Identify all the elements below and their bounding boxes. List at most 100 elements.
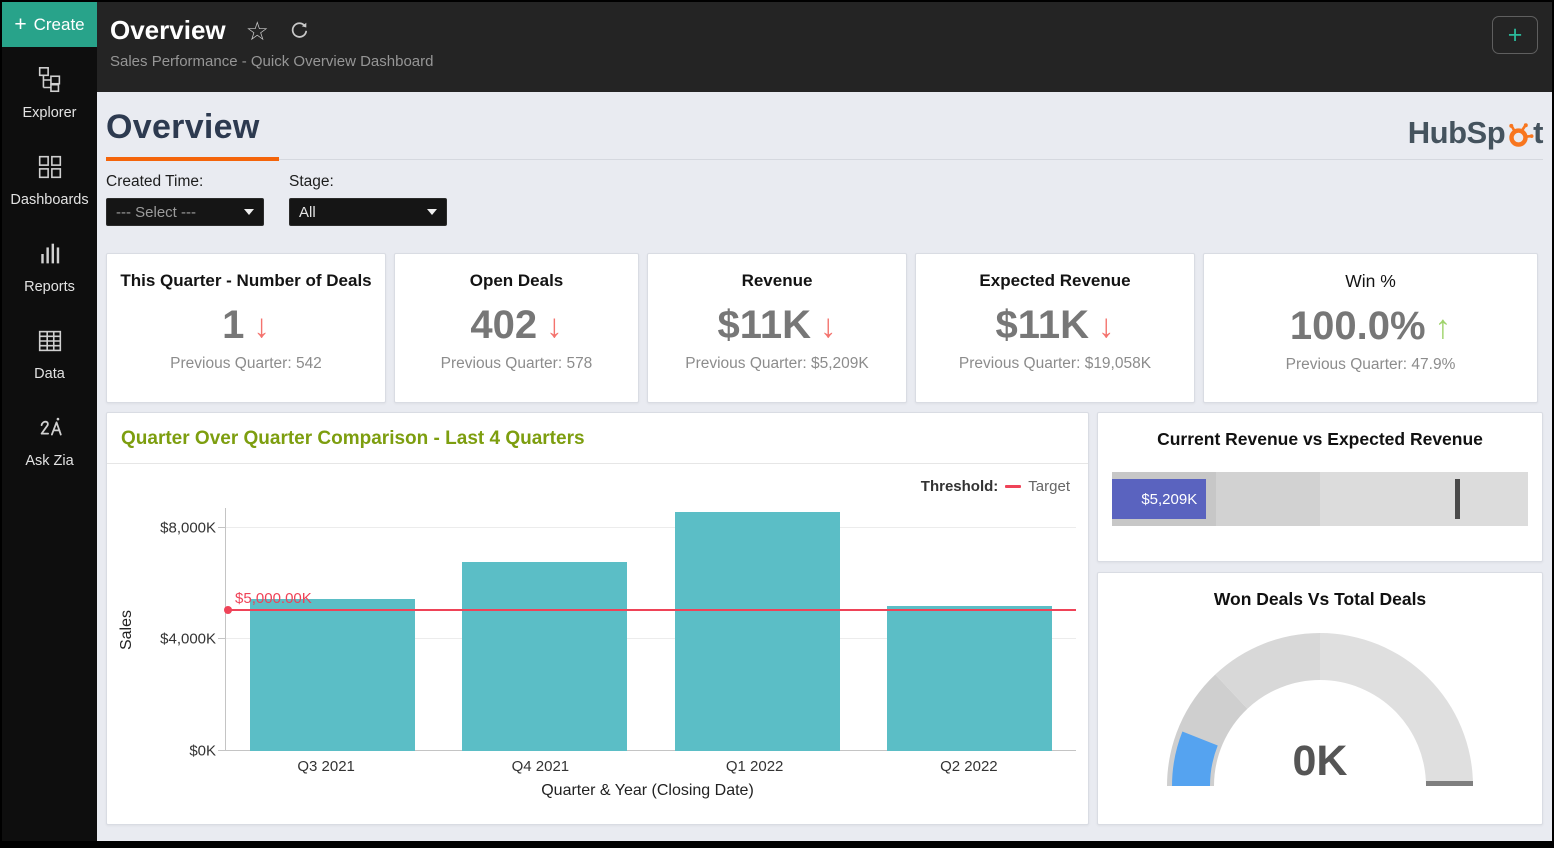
legend-threshold-label: Threshold: [921, 478, 999, 495]
explorer-icon [35, 65, 65, 100]
bar-column [439, 508, 652, 751]
kpi-trend-down-arrow-icon: ↓ [820, 309, 837, 342]
add-widget-button[interactable]: + [1492, 16, 1538, 54]
bar-q1-2022[interactable] [675, 512, 840, 751]
sidebar-item-data[interactable]: Data [2, 326, 97, 382]
gauge-chart: 0K [1167, 626, 1473, 786]
kpi-trend-down-arrow-icon: ↓ [1098, 309, 1115, 342]
filters-bar: Created Time: --- Select --- Stage: All [106, 173, 1543, 226]
bullet-chart-title: Current Revenue vs Expected Revenue [1112, 429, 1528, 450]
kpi-title: Win % [1204, 271, 1537, 292]
stage-select[interactable]: All [289, 198, 447, 226]
bullet-target-marker [1455, 479, 1460, 519]
x-tick-label: Q2 2022 [862, 758, 1076, 775]
y-tick-label: $8,000K [160, 519, 216, 536]
kpi-trend-down-arrow-icon: ↓ [546, 309, 563, 342]
kpi-title: This Quarter - Number of Deals [107, 271, 385, 291]
right-widgets-column: Current Revenue vs Expected Revenue $5,2… [1097, 412, 1543, 825]
threshold-value-label: $5,000.00K [235, 590, 312, 607]
kpi-value: $11K [996, 303, 1089, 347]
sidebar-nav: Explorer Dashboards Reports Data Ask Zia [2, 47, 97, 469]
y-axis-ticks: $0K$4,000K$8,000K [147, 508, 225, 751]
threshold-line [226, 609, 1076, 611]
kpi-value: 402 [470, 303, 537, 347]
page-title: Overview [106, 108, 260, 159]
kpi-card: Revenue $11K ↓ Previous Quarter: $5,209K [647, 253, 907, 403]
legend-target-entry: Target [1028, 478, 1070, 495]
app-window: + Create Explorer Dashboards Reports Dat… [0, 0, 1554, 848]
kpi-trend-up-arrow-icon: ↑ [1435, 310, 1452, 343]
sidebar: + Create Explorer Dashboards Reports Dat… [2, 2, 97, 841]
bar-q3-2021[interactable] [250, 599, 415, 751]
hubspot-logo-text-pre: HubSp [1408, 115, 1505, 151]
y-axis-title: Sales [107, 508, 147, 751]
created-time-select[interactable]: --- Select --- [106, 198, 264, 226]
kpi-card: Open Deals 402 ↓ Previous Quarter: 578 [394, 253, 639, 403]
stage-label: Stage: [289, 173, 447, 191]
bar-column [864, 508, 1077, 751]
chart-title: Quarter Over Quarter Comparison - Last 4… [121, 428, 585, 449]
plot-wrap: Sales $0K$4,000K$8,000K $5,000.00K [107, 508, 1088, 751]
chevron-down-icon [244, 209, 254, 215]
created-time-filter: Created Time: --- Select --- [106, 173, 264, 226]
bullet-value-label: $5,209K [1141, 491, 1197, 508]
kpi-card: Expected Revenue $11K ↓ Previous Quarter… [915, 253, 1195, 403]
favorite-star-icon[interactable]: ☆ [246, 18, 269, 44]
sidebar-item-dashboards[interactable]: Dashboards [2, 152, 97, 208]
create-button[interactable]: + Create [2, 2, 97, 47]
legend-target-swatch [1005, 485, 1021, 488]
kpi-title: Open Deals [395, 271, 638, 291]
top-header-left: Overview ☆ Sales Performance - Quick Ove… [110, 2, 433, 92]
quarter-comparison-chart-card: Quarter Over Quarter Comparison - Last 4… [106, 412, 1089, 825]
x-tick-label: Q1 2022 [648, 758, 862, 775]
kpi-title: Revenue [648, 271, 906, 291]
y-tick-mark [218, 750, 226, 751]
x-tick-label: Q3 2021 [219, 758, 433, 775]
gauge-chart-title: Won Deals Vs Total Deals [1112, 589, 1528, 610]
revenue-bullet-card: Current Revenue vs Expected Revenue $5,2… [1097, 412, 1543, 562]
y-tick-mark [218, 638, 226, 639]
kpi-previous-quarter: Previous Quarter: 542 [107, 355, 385, 373]
kpi-previous-quarter: Previous Quarter: 578 [395, 355, 638, 373]
bars [226, 508, 1076, 751]
charts-row: Quarter Over Quarter Comparison - Last 4… [106, 412, 1543, 825]
dashboard-content: Overview HubSp t [97, 92, 1552, 841]
bar-chart-plot: $5,000.00K [225, 508, 1076, 751]
main-area: Overview ☆ Sales Performance - Quick Ove… [97, 2, 1552, 841]
bar-q2-2022[interactable] [887, 606, 1052, 751]
title-accent-bar [106, 157, 279, 161]
sidebar-item-reports[interactable]: Reports [2, 239, 97, 295]
bullet-band [1216, 472, 1320, 526]
kpi-previous-quarter: Previous Quarter: $5,209K [648, 355, 906, 373]
plus-icon: + [14, 14, 26, 35]
bullet-value-bar[interactable]: $5,209K [1112, 479, 1206, 519]
kpi-title: Expected Revenue [916, 271, 1194, 291]
hubspot-logo: HubSp t [1408, 115, 1543, 159]
x-axis-labels: Q3 2021Q4 2021Q1 2022Q2 2022 [219, 758, 1076, 775]
kpi-card: This Quarter - Number of Deals 1 ↓ Previ… [106, 253, 386, 403]
dashboards-icon [35, 152, 65, 187]
window-title: Overview [110, 15, 226, 46]
kpi-trend-down-arrow-icon: ↓ [253, 309, 270, 342]
sidebar-item-explorer[interactable]: Explorer [2, 65, 97, 121]
stage-value: All [299, 204, 316, 221]
chevron-down-icon [427, 209, 437, 215]
sidebar-item-ask-zia[interactable]: Ask Zia [2, 413, 97, 469]
data-icon [35, 326, 65, 361]
refresh-icon[interactable] [289, 20, 310, 41]
won-deals-gauge-card: Won Deals Vs Total Deals 0K [1097, 572, 1543, 825]
ask-zia-icon [35, 413, 65, 448]
kpi-row: This Quarter - Number of Deals 1 ↓ Previ… [106, 253, 1543, 403]
stage-filter: Stage: All [289, 173, 447, 226]
chart-head: Quarter Over Quarter Comparison - Last 4… [107, 413, 1088, 464]
bar-q4-2021[interactable] [462, 562, 627, 751]
hubspot-sprocket-icon [1504, 121, 1534, 149]
kpi-value: $11K [718, 303, 811, 347]
kpi-value: 1 [222, 303, 244, 347]
kpi-card: Win % 100.0% ↑ Previous Quarter: 47.9% [1203, 253, 1538, 403]
kpi-value: 100.0% [1290, 304, 1426, 348]
create-button-label: Create [34, 15, 85, 35]
top-header: Overview ☆ Sales Performance - Quick Ove… [97, 2, 1552, 92]
bar-column [651, 508, 864, 751]
y-tick-label: $0K [189, 743, 216, 760]
